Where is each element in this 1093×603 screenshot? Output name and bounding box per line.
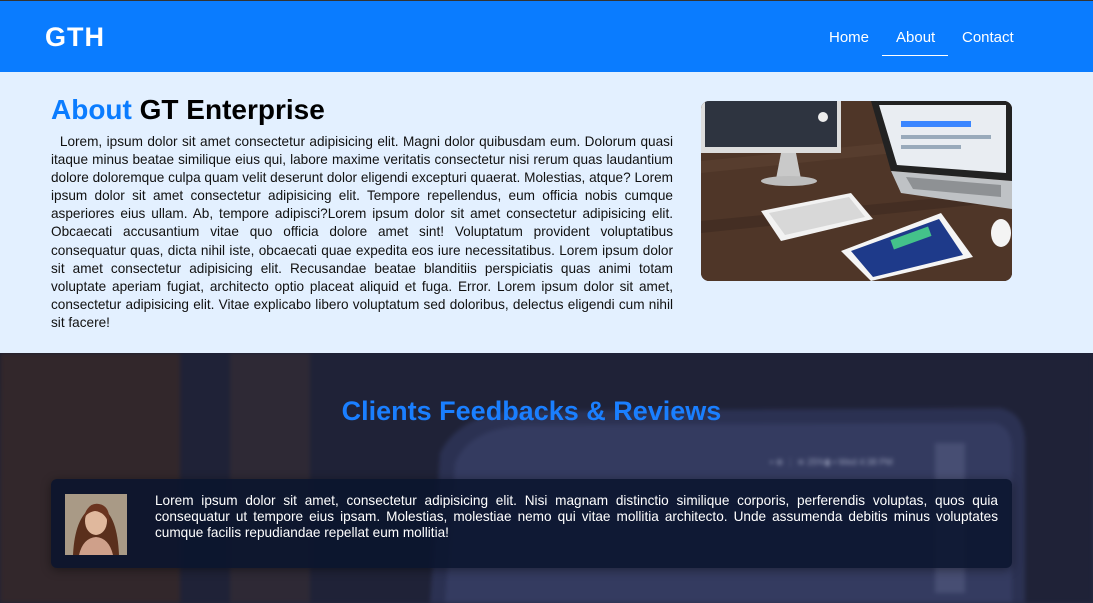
about-heading-rest: GT Enterprise [139,94,325,125]
about-body-text: Lorem, ipsum dolor sit amet consectetur … [51,134,673,330]
brand-logo[interactable]: GTH [45,22,105,53]
about-heading-accent: About [51,94,132,125]
reviews-section: ▪ ⊕ ⋮ ≋ 25%▮ ▪ Wed 4:38 PM Clients Feedb… [0,353,1093,603]
about-paragraph: Lorem, ipsum dolor sit amet consectetur … [51,133,673,332]
reviews-heading: Clients Feedbacks & Reviews [341,396,722,426]
workspace-devices-image [701,101,1012,281]
active-nav-underline [882,55,948,56]
about-heading: About GT Enterprise [51,94,325,126]
svg-text:▪ ⊕ ⋮ ≋ 25%▮ ▪ Wed 4:38 PM: ▪ ⊕ ⋮ ≋ 25%▮ ▪ Wed 4:38 PM [770,457,893,467]
review-card: Lorem ipsum dolor sit amet, consectetur … [51,479,1012,568]
review-text: Lorem ipsum dolor sit amet, consectetur … [155,493,998,540]
client-avatar [65,494,127,555]
about-section: About GT Enterprise Lorem, ipsum dolor s… [0,72,1093,353]
navbar: GTH Home About Contact [0,1,1093,72]
nav-link-contact[interactable]: Contact [962,29,1014,46]
client-portrait [65,494,127,555]
nav-link-home[interactable]: Home [829,29,869,46]
workspace-illustration [701,101,1012,281]
nav-link-about[interactable]: About [896,29,935,46]
